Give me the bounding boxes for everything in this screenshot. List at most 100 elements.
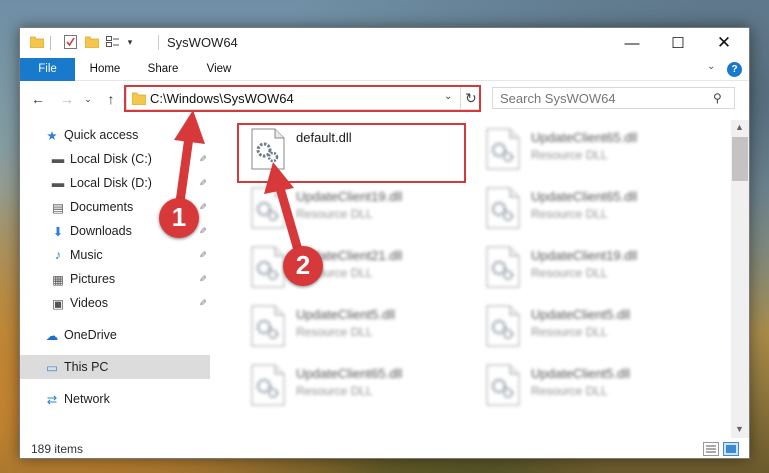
new-folder-icon[interactable] xyxy=(84,34,100,50)
tab-share[interactable]: Share xyxy=(140,58,186,81)
pin-icon[interactable]: ✎ xyxy=(196,203,207,211)
file-type: Resource DLL xyxy=(531,325,608,339)
tab-file[interactable]: File xyxy=(20,58,75,81)
star-icon: ★ xyxy=(46,128,58,143)
sidebar-item-label: Quick access xyxy=(64,128,139,142)
file-item[interactable]: UpdateClient21.dll Resource DLL xyxy=(245,242,470,298)
file-item[interactable]: UpdateClient19.dll Resource DLL xyxy=(245,183,470,239)
dll-file-icon xyxy=(486,305,522,349)
explorer-window: ▾ SysWOW64 — ☐ ✕ File Home Share View ⌄ … xyxy=(19,27,750,459)
file-name: UpdateClient65.dll xyxy=(531,189,638,204)
sidebar-item-label: Network xyxy=(64,392,110,406)
drive-icon: ▬ xyxy=(51,152,65,166)
sidebar-item-local-disk-d[interactable]: ▬ Local Disk (D:) ✎ xyxy=(20,171,210,195)
scrollbar-thumb[interactable] xyxy=(732,137,748,181)
scroll-down-icon[interactable]: ▼ xyxy=(735,424,744,434)
file-type: Resource DLL xyxy=(531,266,608,280)
file-item[interactable]: UpdateClient19.dll Resource DLL xyxy=(480,242,705,298)
file-item[interactable]: UpdateClient65.dll Resource DLL xyxy=(245,360,470,416)
address-bar[interactable]: C:\Windows\SysWOW64 ⌄ ↻ xyxy=(126,86,480,110)
sidebar-item-network[interactable]: ⇄ Network xyxy=(20,387,210,411)
pin-icon[interactable]: ✎ xyxy=(196,179,207,187)
pin-icon[interactable]: ✎ xyxy=(196,251,207,259)
scroll-up-icon[interactable]: ▲ xyxy=(735,122,744,132)
item-count: 189 items xyxy=(31,442,84,456)
recent-locations-icon[interactable]: ⌄ xyxy=(82,90,94,108)
large-icons-view-icon[interactable] xyxy=(723,442,739,456)
vertical-scrollbar[interactable]: ▲ ▼ xyxy=(731,120,749,438)
details-view-icon[interactable] xyxy=(703,442,719,456)
refresh-icon[interactable]: ↻ xyxy=(465,90,477,107)
sidebar-item-quick-access[interactable]: ★ Quick access xyxy=(20,123,210,147)
file-name: UpdateClient19.dll xyxy=(531,248,638,263)
up-button[interactable]: ↑ xyxy=(102,90,120,108)
file-item[interactable]: UpdateClient65.dll Resource DLL xyxy=(480,124,705,180)
file-name: UpdateClient5.dll xyxy=(531,307,631,322)
sidebar-item-label: Pictures xyxy=(70,272,116,286)
help-icon[interactable]: ? xyxy=(727,62,742,77)
dll-file-icon xyxy=(251,128,287,172)
file-item[interactable]: UpdateClient5.dll Resource DLL xyxy=(245,301,470,357)
title-bar: ▾ SysWOW64 — ☐ ✕ xyxy=(20,28,749,58)
file-name: UpdateClient19.dll xyxy=(296,189,403,204)
expand-ribbon-icon[interactable]: ⌄ xyxy=(707,61,715,72)
network-icon: ⇄ xyxy=(46,392,58,407)
pictures-icon: ▦ xyxy=(52,272,64,287)
pin-icon[interactable]: ✎ xyxy=(196,227,207,235)
sidebar-item-music[interactable]: ♪ Music ✎ xyxy=(20,243,210,267)
sidebar-item-onedrive[interactable]: ☁ OneDrive xyxy=(20,323,210,347)
file-type: Resource DLL xyxy=(296,207,373,221)
window-title: SysWOW64 xyxy=(158,35,238,50)
sidebar-item-label: Music xyxy=(70,248,103,262)
properties-check-icon[interactable] xyxy=(62,34,78,50)
forward-button[interactable]: → xyxy=(58,90,76,108)
dll-file-icon xyxy=(251,364,287,408)
file-name: UpdateClient65.dll xyxy=(531,130,638,145)
file-item[interactable]: default.dll xyxy=(245,124,470,180)
pin-icon[interactable]: ✎ xyxy=(196,275,207,283)
tab-view[interactable]: View xyxy=(196,58,242,81)
sidebar-item-label: Local Disk (D:) xyxy=(70,176,152,190)
pin-icon[interactable]: ✎ xyxy=(196,299,207,307)
file-item[interactable]: UpdateClient5.dll Resource DLL xyxy=(480,360,705,416)
minimize-button[interactable]: — xyxy=(609,28,655,58)
back-button[interactable]: ← xyxy=(29,90,47,108)
address-path[interactable]: C:\Windows\SysWOW64 xyxy=(150,91,294,106)
file-name: UpdateClient5.dll xyxy=(296,307,396,322)
customize-icon[interactable] xyxy=(105,34,121,50)
navigation-bar: ← → ⌄ ↑ C:\Windows\SysWOW64 ⌄ ↻ Search S… xyxy=(20,82,749,116)
sidebar-item-label: OneDrive xyxy=(64,328,117,342)
search-icon[interactable]: ⚲ xyxy=(713,91,722,105)
sidebar-item-local-disk-c[interactable]: ▬ Local Disk (C:) ✎ xyxy=(20,147,210,171)
ribbon-tabs: File Home Share View ⌄ ? xyxy=(20,58,749,81)
status-bar: 189 items xyxy=(20,438,749,458)
computer-icon: ▭ xyxy=(46,360,58,375)
callout-badge-2: 2 xyxy=(283,246,323,286)
file-type: Resource DLL xyxy=(531,148,608,162)
sidebar-item-pictures[interactable]: ▦ Pictures ✎ xyxy=(20,267,210,291)
quick-access-dropdown-icon[interactable]: ▾ xyxy=(122,34,138,50)
file-item[interactable]: UpdateClient5.dll Resource DLL xyxy=(480,301,705,357)
dll-file-icon xyxy=(486,364,522,408)
maximize-button[interactable]: ☐ xyxy=(655,28,701,58)
sidebar-item-videos[interactable]: ▣ Videos ✎ xyxy=(20,291,210,315)
file-type: Resource DLL xyxy=(296,384,373,398)
tab-home[interactable]: Home xyxy=(82,58,128,81)
dll-file-icon xyxy=(251,246,287,290)
file-item[interactable]: UpdateClient65.dll Resource DLL xyxy=(480,183,705,239)
pin-icon[interactable]: ✎ xyxy=(196,155,207,163)
sidebar-item-this-pc[interactable]: ▭ This PC xyxy=(20,355,210,379)
address-dropdown-icon[interactable]: ⌄ xyxy=(444,91,452,102)
toolbar-separator xyxy=(50,36,51,50)
close-button[interactable]: ✕ xyxy=(701,28,747,58)
music-icon: ♪ xyxy=(54,248,62,262)
folder-icon[interactable] xyxy=(29,34,45,50)
documents-icon: ▤ xyxy=(52,200,64,215)
navigation-pane: ★ Quick access ▬ Local Disk (C:) ✎ ▬ Local Dis… xyxy=(20,120,214,438)
sidebar-item-label: This PC xyxy=(64,360,109,374)
file-name: UpdateClient65.dll xyxy=(296,366,403,381)
dll-file-icon xyxy=(251,305,287,349)
dll-file-icon xyxy=(486,187,522,231)
search-box[interactable]: Search SysWOW64 ⚲ xyxy=(492,87,735,109)
folder-icon xyxy=(131,92,147,108)
